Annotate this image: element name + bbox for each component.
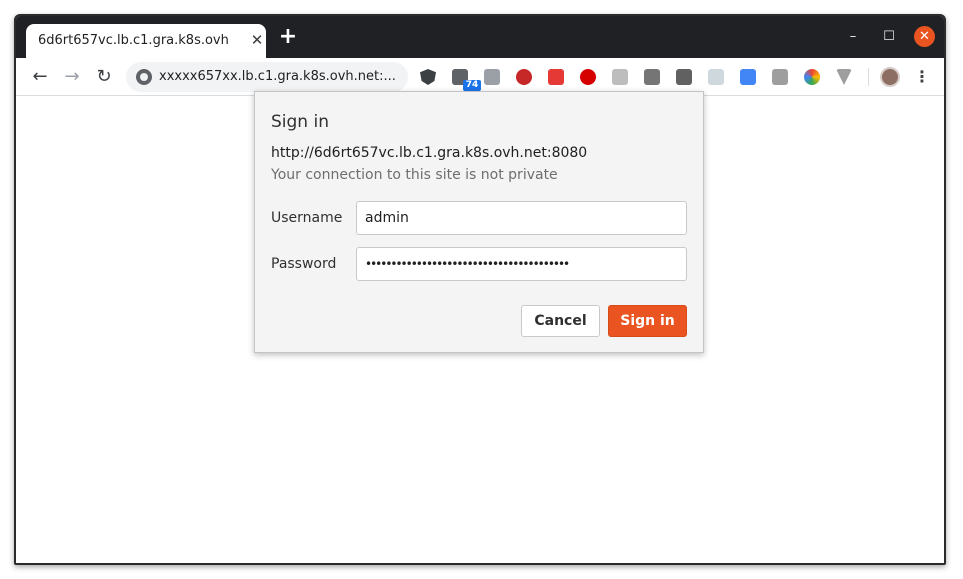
puzzle-icon[interactable] [772,69,788,85]
tab-title: 6d6rt657vc.lb.c1.gra.k8s.ovh [38,33,229,48]
cancel-button[interactable]: Cancel [521,305,600,337]
avatar[interactable] [880,67,900,87]
note-icon[interactable] [740,69,756,85]
grid-icon[interactable] [612,69,628,85]
window-close-icon[interactable]: ✕ [914,26,935,47]
address-text: xxxxx657xx.lb.c1.gra.k8s.ovh.net:... [159,69,396,84]
ac-icon[interactable] [708,69,724,85]
red-a-icon[interactable] [548,69,564,85]
dialog-title: Sign in [271,112,329,132]
minimize-icon[interactable]: – [844,28,862,46]
browser-tab[interactable]: 6d6rt657vc.lb.c1.gra.k8s.ovh ✕ [26,24,266,58]
sign-in-dialog: Sign in http://6d6rt657vc.lb.c1.gra.k8s.… [254,91,704,353]
color-wheel-icon[interactable] [804,69,820,85]
maximize-icon[interactable]: ☐ [880,28,898,46]
reload-icon[interactable]: ↻ [92,65,116,89]
back-arrow-icon[interactable]: ← [28,65,52,89]
site-info-icon[interactable] [136,69,152,85]
v-icon[interactable] [836,69,852,85]
extension-badge: 74 [463,80,481,91]
stop-icon[interactable] [580,69,596,85]
address-bar[interactable]: xxxxx657xx.lb.c1.gra.k8s.ovh.net:... [126,62,408,92]
dialog-note: Your connection to this site is not priv… [271,167,558,183]
sign-in-button[interactable]: Sign in [608,305,687,337]
mask-icon[interactable] [516,69,532,85]
translate-icon[interactable] [676,69,692,85]
forward-arrow-icon[interactable]: → [60,65,84,89]
close-icon[interactable]: ✕ [248,31,266,49]
tab-icon[interactable] [484,69,500,85]
shield-icon[interactable] [420,69,436,85]
menu-icon[interactable]: ⋮ [914,67,930,87]
password-label: Password [271,256,337,272]
username-label: Username [271,210,343,226]
username-field[interactable]: admin [356,201,687,235]
camera-icon[interactable] [644,69,660,85]
dialog-url: http://6d6rt657vc.lb.c1.gra.k8s.ovh.net:… [271,145,588,161]
new-tab-plus-icon[interactable]: + [278,26,298,48]
title-bar: 6d6rt657vc.lb.c1.gra.k8s.ovh ✕ + – ☐ ✕ [16,16,944,58]
toolbar-divider [868,68,869,86]
password-field[interactable]: •••••••••••••••••••••••••••••••••••••••• [356,247,687,281]
